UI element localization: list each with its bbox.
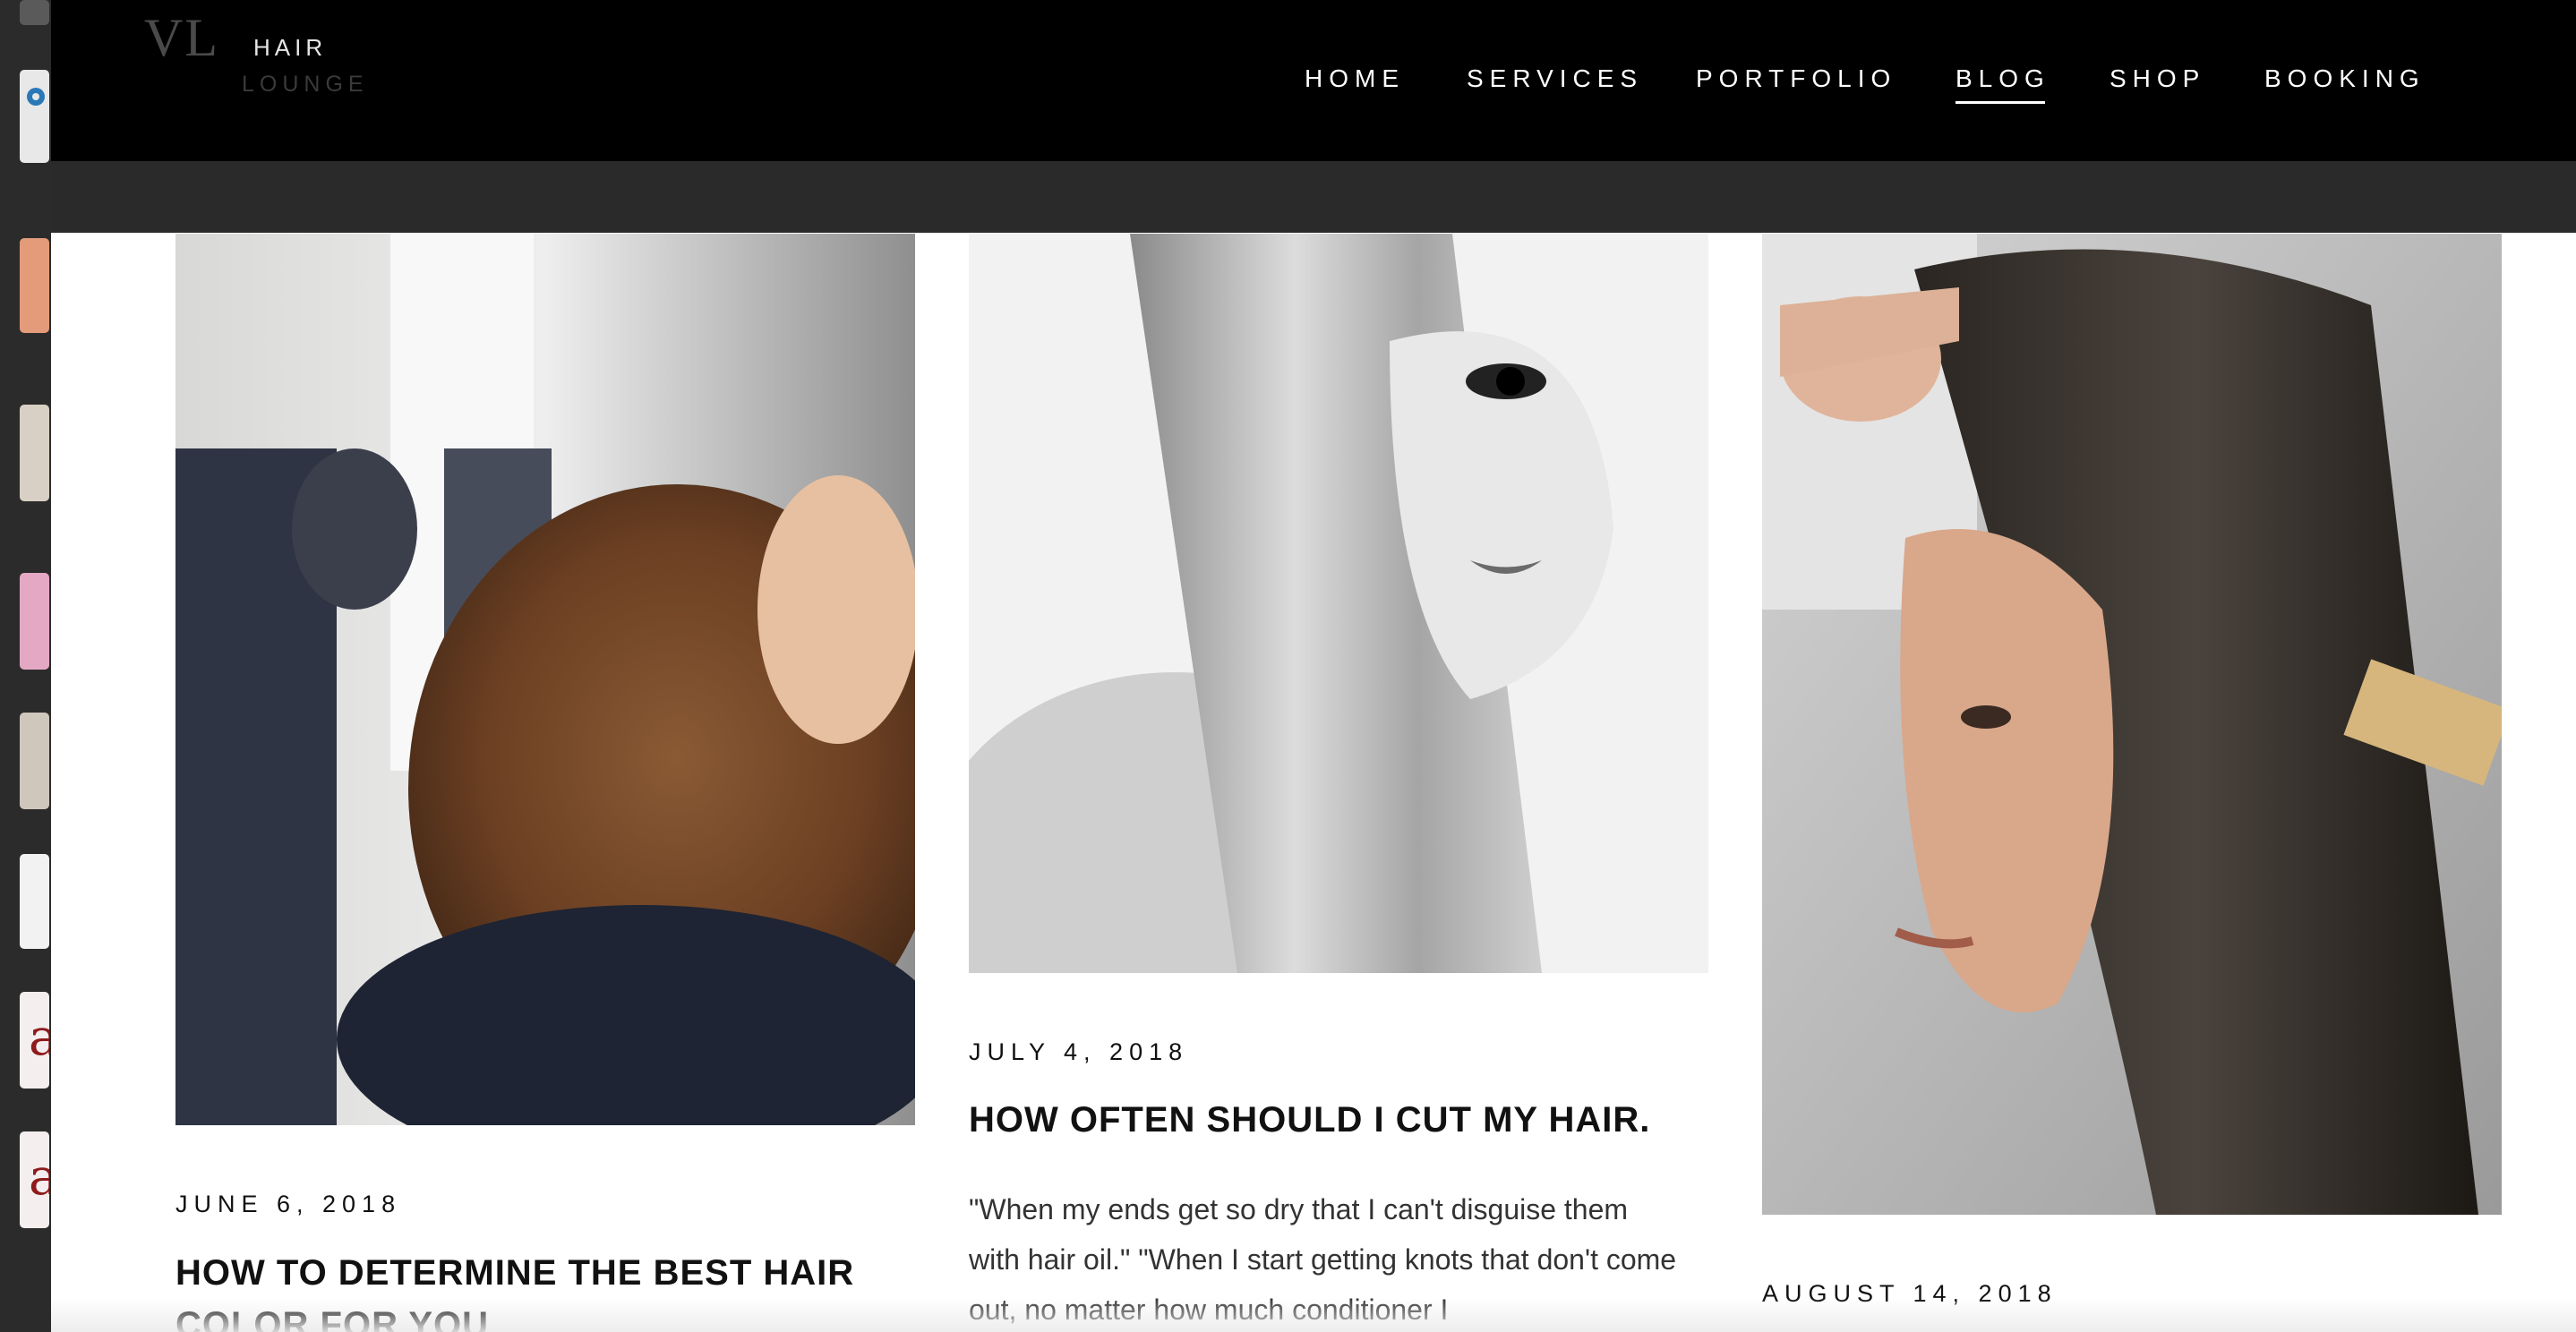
nav-home[interactable]: HOME bbox=[1305, 64, 1405, 93]
nav-services[interactable]: SERVICES bbox=[1467, 64, 1643, 93]
app-icon-red-a[interactable]: a bbox=[20, 992, 58, 1089]
gear-icon[interactable] bbox=[20, 70, 49, 163]
settings-app-icon[interactable] bbox=[20, 0, 49, 25]
app-icon-red-a-2[interactable]: a bbox=[20, 1131, 58, 1228]
scroll-fade bbox=[51, 1298, 2576, 1332]
svg-text:a: a bbox=[29, 1009, 49, 1067]
app-icon-script[interactable] bbox=[20, 854, 49, 949]
app-icon-pink[interactable] bbox=[20, 573, 49, 670]
app-icon-orange[interactable] bbox=[20, 238, 49, 333]
app-icon-photo[interactable] bbox=[20, 713, 49, 809]
logo-text-lounge[interactable]: LOUNGE bbox=[242, 72, 369, 98]
post-title[interactable]: HOW OFTEN SHOULD I CUT MY HAIR. bbox=[969, 1094, 1685, 1146]
nav-booking[interactable]: BOOKING bbox=[2264, 64, 2426, 93]
post-image-conditioning[interactable] bbox=[1762, 234, 2502, 1215]
header-subbar bbox=[51, 161, 2576, 233]
app-icon-books[interactable] bbox=[20, 405, 49, 501]
post-image-straight-hair[interactable] bbox=[969, 234, 1708, 973]
nav-blog[interactable]: BLOG bbox=[1956, 64, 2050, 104]
app-dock: a a bbox=[0, 0, 58, 1332]
logo-mark[interactable]: VL bbox=[144, 7, 219, 69]
nav-shop[interactable]: SHOP bbox=[2110, 64, 2205, 93]
post-date: JUNE 6, 2018 bbox=[175, 1191, 402, 1217]
site-header: VL HAIR LOUNGE HOME SERVICES PORTFOLIO B… bbox=[51, 0, 2576, 161]
nav-portfolio[interactable]: PORTFOLIO bbox=[1696, 64, 1896, 93]
post-date: JULY 4, 2018 bbox=[969, 1038, 1189, 1065]
svg-text:a: a bbox=[29, 1148, 49, 1207]
post-image-salon-curls[interactable] bbox=[175, 234, 915, 1125]
logo-text-hair[interactable]: HAIR bbox=[253, 34, 327, 62]
